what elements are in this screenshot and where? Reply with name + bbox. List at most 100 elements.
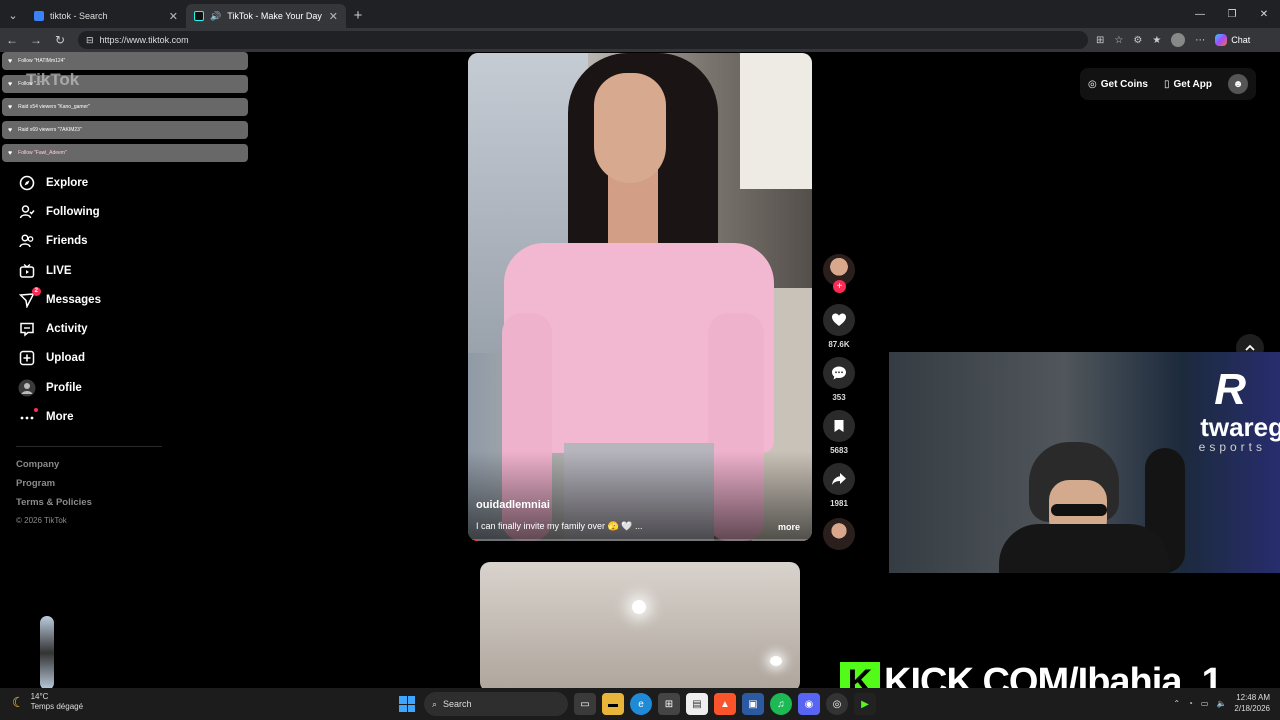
- stream-alert: ♥ Follow "Fawl_Adeem": [2, 144, 248, 162]
- alert-text: Raid x69 viewers "7AKIM23": [18, 127, 82, 133]
- task-view-icon[interactable]: ▭: [574, 693, 596, 715]
- minimize-icon[interactable]: —: [1184, 0, 1216, 28]
- tray-overflow-icon[interactable]: ⌃: [1173, 699, 1180, 708]
- footer-link-program[interactable]: Program: [16, 478, 170, 489]
- favorite-star-icon[interactable]: ☆: [1114, 35, 1123, 46]
- toolbar-icons: ⊞ ☆ ⚙ ★ ⋯ Chat: [1096, 33, 1250, 47]
- sidebar-item-more[interactable]: More: [0, 402, 170, 431]
- clock-date: 2/18/2026: [1234, 704, 1270, 713]
- settings-menu-icon[interactable]: ⋯: [1195, 35, 1205, 46]
- sidebar-item-following[interactable]: Following: [0, 197, 170, 226]
- volume-icon[interactable]: 🔈: [1216, 699, 1226, 708]
- tab-tiktok[interactable]: 🔊 TikTok - Make Your Day ✕: [186, 4, 346, 28]
- sidebar-nav: Explore Following Friends LIVE 2 Message…: [0, 168, 170, 533]
- search-icon: ⌕: [432, 698, 438, 709]
- brand-mark: R: [1214, 365, 1246, 414]
- sidebar-item-activity[interactable]: Activity: [0, 314, 170, 343]
- user-avatar[interactable]: ☻: [1228, 74, 1248, 94]
- new-tab-button[interactable]: +: [346, 4, 370, 28]
- close-window-icon[interactable]: ✕: [1248, 0, 1280, 28]
- spotify-icon[interactable]: ♫: [770, 693, 792, 715]
- weather-text: 14°C Temps dégagé: [31, 692, 83, 712]
- copilot-chat-button[interactable]: Chat: [1215, 34, 1250, 46]
- close-tab-icon[interactable]: ✕: [329, 10, 338, 23]
- kick-app-icon[interactable]: ▶: [854, 693, 876, 715]
- bookmark-button[interactable]: [823, 410, 855, 442]
- music-disc-avatar[interactable]: [823, 518, 855, 550]
- messages-icon: 2: [18, 286, 41, 309]
- display-icon[interactable]: ▭: [1201, 699, 1209, 708]
- footer-link-company[interactable]: Company: [16, 459, 170, 470]
- creator-avatar[interactable]: +: [823, 254, 855, 293]
- video-author[interactable]: ouidadlemniai: [476, 499, 550, 511]
- stream-alert: ♥ Follow "HATIMm124": [2, 52, 248, 70]
- sidebar-item-live[interactable]: LIVE: [0, 256, 170, 285]
- share-count: 1981: [830, 499, 848, 508]
- sidebar-item-messages[interactable]: 2 Messages: [0, 285, 170, 314]
- network-icon[interactable]: ◔: [1188, 699, 1193, 708]
- comment-button[interactable]: [823, 357, 855, 389]
- sidebar-item-friends[interactable]: Friends: [0, 227, 170, 256]
- address-bar[interactable]: ⊟ https://www.tiktok.com: [78, 31, 1088, 49]
- live-icon: [18, 262, 36, 280]
- site-info-icon[interactable]: ⊟: [86, 35, 94, 46]
- sidebar-item-upload[interactable]: Upload: [0, 344, 170, 373]
- close-tab-icon[interactable]: ✕: [169, 10, 178, 23]
- share-button[interactable]: [823, 463, 855, 495]
- like-button[interactable]: [823, 304, 855, 336]
- follow-plus-icon[interactable]: +: [833, 280, 846, 293]
- like-count: 87.6K: [828, 340, 850, 349]
- sidebar-item-label: Upload: [46, 352, 85, 365]
- phone-icon: ▯: [1163, 78, 1170, 90]
- refresh-icon[interactable]: ↻: [48, 33, 72, 47]
- forward-icon[interactable]: →: [24, 33, 48, 47]
- monitor-app-icon[interactable]: ▣: [742, 693, 764, 715]
- footer-link-terms[interactable]: Terms & Policies: [16, 497, 170, 508]
- following-icon: [18, 203, 36, 221]
- kick-channel-text: KICK.COM/Ibahja_1: [884, 660, 1223, 689]
- split-screen-icon[interactable]: ⊞: [1096, 35, 1104, 46]
- sidebar-item-label: Following: [46, 205, 100, 218]
- obs-icon[interactable]: ◎: [826, 693, 848, 715]
- streamer-webcam: R twareg esports: [889, 352, 1280, 573]
- activity-icon: [18, 320, 36, 338]
- edge-browser-icon[interactable]: e: [630, 693, 652, 715]
- video-caption: I can finally invite my family over 🫣 🤍 …: [476, 521, 643, 531]
- video-frame: [740, 53, 812, 189]
- kick-logo-icon: K: [840, 662, 880, 688]
- document-icon[interactable]: ▤: [686, 693, 708, 715]
- copilot-icon: [1215, 34, 1228, 46]
- tab-actions-button[interactable]: ⌄: [0, 2, 26, 28]
- video-progress-bar[interactable]: [468, 539, 812, 541]
- video-player[interactable]: ouidadlemniai I can finally invite my fa…: [468, 53, 812, 541]
- bookmark-count: 5683: [830, 446, 848, 455]
- profile-avatar[interactable]: [1171, 33, 1186, 47]
- favorites-icon[interactable]: ★: [1152, 35, 1161, 46]
- get-app-button[interactable]: ▯ Get App: [1164, 79, 1212, 90]
- comment-icon: [832, 366, 846, 380]
- tab-bar: ⌄ tiktok - Search ✕ 🔊 TikTok - Make Your…: [0, 0, 1280, 28]
- profile-icon: [18, 379, 36, 397]
- discord-icon[interactable]: ◉: [798, 693, 820, 715]
- extensions-icon[interactable]: ⚙: [1133, 35, 1142, 46]
- brand-name: twareg: [1200, 412, 1280, 442]
- get-coins-button[interactable]: ◎ Get Coins: [1088, 79, 1148, 90]
- file-explorer-icon[interactable]: ▬: [602, 693, 624, 715]
- windows-start-icon[interactable]: [396, 693, 418, 715]
- sidebar-item-explore[interactable]: Explore: [0, 168, 170, 197]
- heart-icon: ♥: [8, 80, 13, 88]
- tiktok-page: TikTok ♥Follow "HATIMm124" ♥Follow "..."…: [0, 52, 1280, 688]
- clock[interactable]: 12:48 AM 2/18/2026: [1234, 692, 1270, 714]
- taskbar-search[interactable]: ⌕ Search: [424, 692, 568, 716]
- restore-icon[interactable]: ❐: [1216, 0, 1248, 28]
- more-notification-dot: [34, 408, 38, 413]
- next-video-preview[interactable]: [480, 562, 800, 688]
- tab-search[interactable]: tiktok - Search ✕: [26, 4, 186, 28]
- sidebar-item-profile[interactable]: Profile: [0, 373, 170, 402]
- brave-browser-icon[interactable]: ▲: [714, 693, 736, 715]
- store-icon[interactable]: ⊞: [658, 693, 680, 715]
- weather-widget[interactable]: ☾ 14°C Temps dégagé: [12, 692, 83, 712]
- back-icon[interactable]: ←: [0, 33, 24, 47]
- caption-more-button[interactable]: more: [778, 522, 800, 532]
- speaker-icon[interactable]: 🔊: [210, 11, 221, 22]
